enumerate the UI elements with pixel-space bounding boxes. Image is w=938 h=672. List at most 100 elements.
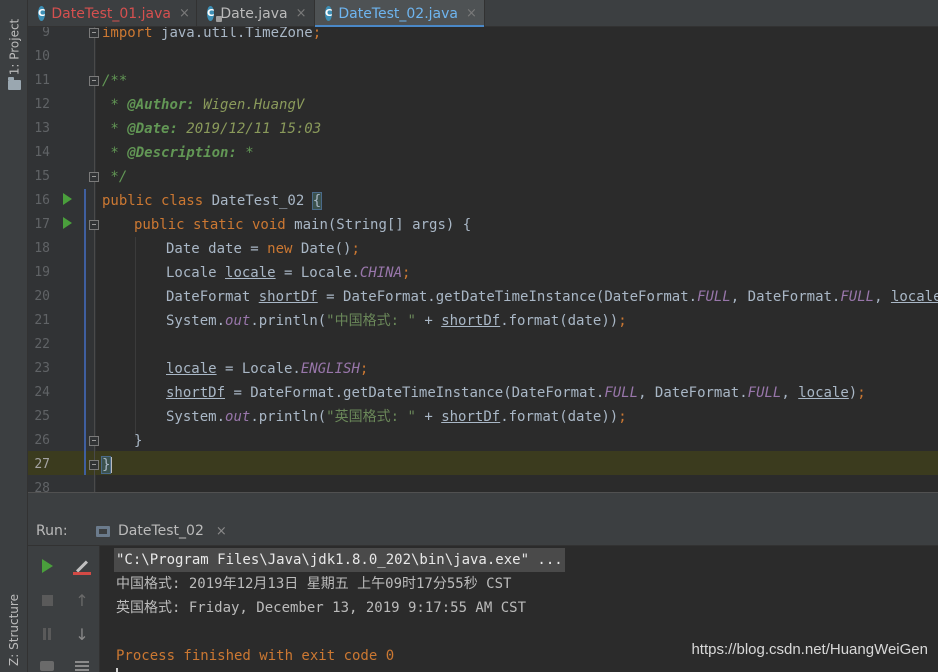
edit-config-button[interactable] <box>72 556 92 576</box>
tab-label: Date.java <box>220 5 288 22</box>
up-arrow-button[interactable]: ↑ <box>72 590 92 610</box>
fold-icon[interactable] <box>89 172 99 182</box>
code-token: DateFormat <box>166 289 259 305</box>
code-token: java.util.TimeZone <box>161 27 313 41</box>
rerun-button[interactable] <box>37 556 57 576</box>
close-icon[interactable]: × <box>296 6 307 21</box>
code-token: System. <box>166 409 226 425</box>
pause-icon <box>43 628 46 640</box>
pause-button[interactable] <box>37 624 57 644</box>
tab-datetest-02[interactable]: C DateTest_02.java × <box>315 0 485 28</box>
code-token: ; <box>618 409 627 425</box>
code-token: date <box>208 241 242 257</box>
run-panel-label: Run: <box>36 523 68 539</box>
console-line: 英国格式: Friday, December 13, 2019 9:17:55 … <box>116 600 527 616</box>
line-number: 17 <box>34 217 50 232</box>
project-tool-tab[interactable]: 1: Project <box>0 6 28 88</box>
code-token: = <box>241 241 268 257</box>
wrap-icon <box>75 661 89 663</box>
pause-icon <box>48 628 51 640</box>
screenshot-button[interactable] <box>37 656 57 672</box>
code-token: ; <box>618 313 627 329</box>
code-token: out <box>225 313 251 329</box>
code-line-25: System.out.println("英国格式: " + shortDf.fo… <box>166 405 627 429</box>
code-token: "英国格式: " <box>326 409 416 425</box>
code-token: + <box>415 409 442 425</box>
code-token: .format(date)) <box>500 313 619 329</box>
code-token: FULL <box>697 289 731 305</box>
code-token: shortDf <box>258 289 318 305</box>
code-line-14: * @Description: * <box>102 141 253 165</box>
tab-datetest-01[interactable]: C DateTest_01.java × <box>28 0 197 27</box>
run-config-tab[interactable]: DateTest_02 × <box>88 516 235 546</box>
code-token: locale <box>890 289 938 305</box>
down-arrow-button[interactable]: ↓ <box>72 624 92 644</box>
fold-icon[interactable] <box>89 220 99 230</box>
soft-wrap-button[interactable] <box>72 656 92 672</box>
line-number: 23 <box>34 361 50 376</box>
code-token: ) <box>848 385 858 401</box>
fold-icon[interactable] <box>89 436 99 446</box>
gutter-separator <box>94 27 95 492</box>
code-editor[interactable]: 9 10 11 12 13 14 15 16 17 18 19 20 21 22… <box>28 27 938 492</box>
code-line-11: /** <box>102 73 128 89</box>
fold-icon[interactable] <box>89 76 99 86</box>
code-token: new <box>267 241 301 257</box>
line-number: 21 <box>34 313 50 328</box>
code-line-15: */ <box>102 169 128 185</box>
code-token: ; <box>359 361 369 377</box>
code-token: public class <box>102 193 212 209</box>
close-icon[interactable]: × <box>466 6 477 21</box>
left-tool-strip: 1: Project Z: Structure <box>0 0 28 672</box>
panel-divider[interactable] <box>28 492 938 516</box>
line-number: 11 <box>34 73 50 88</box>
arrow-down-icon: ↓ <box>75 624 89 644</box>
java-class-icon: C <box>325 6 333 21</box>
code-line-19: Locale locale = Locale.CHINA; <box>166 261 410 285</box>
run-gutter-icon[interactable] <box>63 217 72 229</box>
code-token: shortDf <box>441 313 501 329</box>
code-token: Date() <box>300 241 352 257</box>
line-number: 9 <box>42 27 50 40</box>
close-icon[interactable]: × <box>179 6 190 21</box>
code-line-23: locale = Locale.ENGLISH; <box>166 357 368 381</box>
line-number: 24 <box>34 385 50 400</box>
line-number: 16 <box>34 193 50 208</box>
run-tab-label: DateTest_02 <box>118 523 204 539</box>
folder-icon[interactable] <box>8 77 21 90</box>
code-line-26: } <box>134 433 143 449</box>
watermark: https://blog.csdn.net/HuangWeiGen <box>691 641 928 658</box>
code-line-20: DateFormat shortDf = DateFormat.getDateT… <box>166 285 938 309</box>
wrap-icon <box>75 669 89 671</box>
code-token: Locale <box>166 265 226 281</box>
line-number: 20 <box>34 289 50 304</box>
java-class-icon: C <box>38 6 46 21</box>
console-command-line: "C:\Program Files\Java\jdk1.8.0_202\bin\… <box>114 548 565 572</box>
code-token: Wigen.HuangV <box>194 97 305 113</box>
code-token: (DateFormat. <box>503 385 605 401</box>
structure-tool-tab[interactable]: Z: Structure <box>0 588 28 672</box>
tab-date[interactable]: C Date.java × <box>197 0 315 27</box>
code-line-9: import java.util.TimeZone; <box>102 27 321 45</box>
code-token: } <box>100 456 112 474</box>
code-token: .println( <box>250 313 327 329</box>
wrap-icon <box>75 665 89 667</box>
run-gutter-icon[interactable] <box>63 193 72 205</box>
line-number: 14 <box>34 145 50 160</box>
code-token: Date <box>166 241 209 257</box>
code-line-21: System.out.println("中国格式: " + shortDf.fo… <box>166 309 627 333</box>
run-toolbar: ↑ ↓ <box>28 546 100 672</box>
code-token: DateTest_02 <box>211 193 313 209</box>
fold-icon[interactable] <box>89 28 99 38</box>
fold-icon[interactable] <box>89 460 99 470</box>
close-icon[interactable]: × <box>216 524 227 539</box>
code-token: 2019/12/11 15:03 <box>177 121 322 137</box>
stop-button[interactable] <box>37 590 57 610</box>
code-token: locale <box>798 385 849 401</box>
code-token: , <box>874 289 891 305</box>
pencil-icon <box>75 559 89 573</box>
console-exit-line: Process finished with exit code 0 <box>116 648 395 664</box>
code-token: = DateFormat. <box>225 385 344 401</box>
code-token: FULL <box>747 385 782 401</box>
line-number: 19 <box>34 265 50 280</box>
